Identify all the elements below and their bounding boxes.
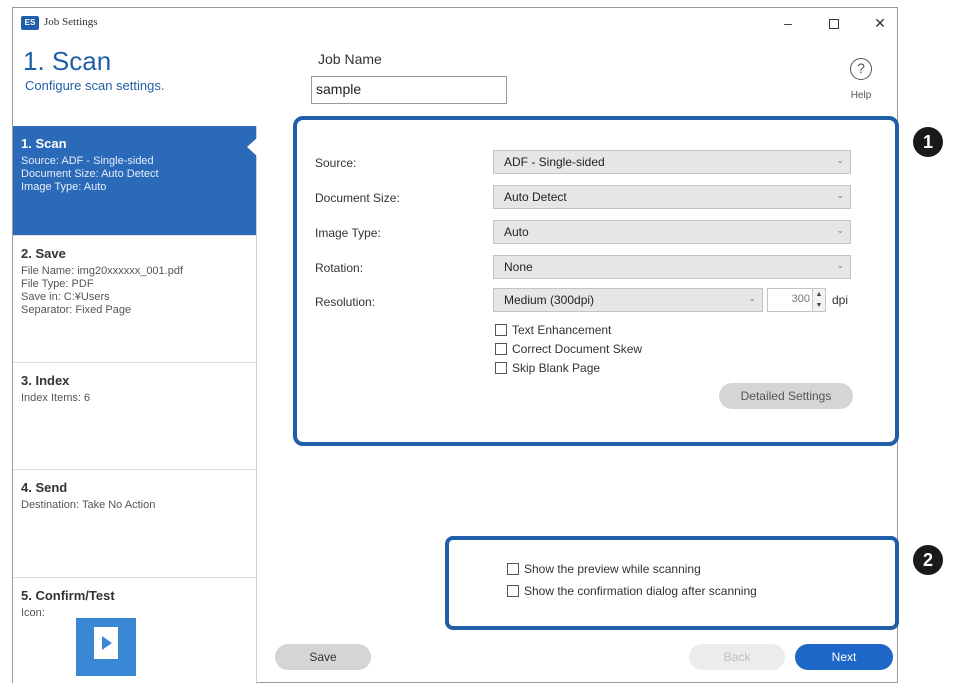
checkbox-box[interactable] xyxy=(495,324,507,336)
title-bar: ES Job Settings – ✕ xyxy=(13,8,897,38)
help-button[interactable]: ? Help xyxy=(841,58,881,101)
sidebar-item-index[interactable]: 3. Index Index Items: 6 xyxy=(13,363,256,470)
sidebar-item-detail: Document Size: Auto Detect xyxy=(21,168,159,180)
rotation-value: None xyxy=(504,260,533,274)
sidebar-item-title: 4. Send xyxy=(21,480,68,495)
scanner-app-icon: ES xyxy=(21,16,39,30)
checkbox-box[interactable] xyxy=(507,563,519,575)
window-title: Job Settings xyxy=(44,16,98,28)
sidebar-item-detail: Save in: C:¥Users xyxy=(21,291,110,303)
job-name-label: Job Name xyxy=(318,51,382,67)
text-enhancement-checkbox[interactable]: Text Enhancement xyxy=(495,323,611,337)
resolution-select[interactable]: Medium (300dpi) ⌄ xyxy=(493,288,763,312)
sidebar-item-detail: File Type: PDF xyxy=(21,278,94,290)
document-size-select[interactable]: Auto Detect ⌄ xyxy=(493,185,851,209)
close-button[interactable]: ✕ xyxy=(865,12,895,34)
scan-options-panel: Show the preview while scanning Show the… xyxy=(445,536,899,630)
save-button[interactable]: Save xyxy=(275,644,371,670)
active-indicator xyxy=(247,138,257,156)
back-button[interactable]: Back xyxy=(689,644,785,670)
checkbox-box[interactable] xyxy=(507,585,519,597)
sidebar-item-detail: Index Items: 6 xyxy=(21,392,91,404)
skip-blank-page-checkbox[interactable]: Skip Blank Page xyxy=(495,361,600,375)
rotation-label: Rotation: xyxy=(315,261,364,275)
callout-badge-2: 2 xyxy=(913,545,943,575)
sidebar-item-detail: File Name: img20xxxxxx_001.pdf xyxy=(21,265,184,277)
sidebar-item-scan[interactable]: 1. Scan Source: ADF - Single-sided Docum… xyxy=(13,126,257,236)
resolution-value: Medium (300dpi) xyxy=(504,293,595,307)
job-settings-window: ES Job Settings – ✕ 1. Scan Configure sc… xyxy=(12,7,899,684)
play-triangle xyxy=(102,636,112,650)
callout-badge-1: 1 xyxy=(913,127,943,157)
next-button[interactable]: Next xyxy=(795,644,893,670)
show-confirmation-checkbox[interactable]: Show the confirmation dialog after scann… xyxy=(507,584,757,598)
sidebar-item-confirm-test[interactable]: 5. Confirm/Test Icon: xyxy=(13,578,256,684)
correct-skew-checkbox[interactable]: Correct Document Skew xyxy=(495,342,642,356)
chevron-down-icon: ⌄ xyxy=(836,155,844,165)
sidebar-item-title: 3. Index xyxy=(21,373,70,388)
minimize-button[interactable]: – xyxy=(773,12,803,34)
sidebar-item-detail: Source: ADF - Single-sided xyxy=(21,155,154,167)
checkbox-box[interactable] xyxy=(495,362,507,374)
sidebar: 1. Scan Source: ADF - Single-sided Docum… xyxy=(13,126,257,684)
source-select[interactable]: ADF - Single-sided ⌄ xyxy=(493,150,851,174)
page-subtitle: Configure scan settings. xyxy=(25,78,165,93)
show-preview-checkbox[interactable]: Show the preview while scanning xyxy=(507,562,701,576)
source-label: Source: xyxy=(315,156,357,170)
checkbox-box[interactable] xyxy=(495,343,507,355)
document-size-label: Document Size: xyxy=(315,191,400,205)
checkbox-label: Text Enhancement xyxy=(512,323,612,337)
sidebar-item-title: 1. Scan xyxy=(21,136,67,151)
sidebar-item-detail: Separator: Fixed Page xyxy=(21,304,132,316)
sidebar-item-title: 2. Save xyxy=(21,246,66,261)
resolution-spinner[interactable]: ▲ ▼ xyxy=(812,288,826,312)
document-play-icon xyxy=(76,618,136,676)
scan-settings-panel: Source: ADF - Single-sided ⌄ Document Si… xyxy=(293,116,899,446)
sidebar-item-title: 5. Confirm/Test xyxy=(21,588,115,603)
chevron-down-icon: ⌄ xyxy=(836,260,844,270)
image-type-value: Auto xyxy=(504,225,529,239)
question-circle-icon: ? xyxy=(850,58,872,80)
dpi-label: dpi xyxy=(832,293,849,307)
chevron-down-icon: ⌄ xyxy=(836,190,844,200)
chevron-down-icon: ⌄ xyxy=(836,225,844,235)
checkbox-label: Correct Document Skew xyxy=(512,342,643,356)
checkbox-label: Skip Blank Page xyxy=(512,361,601,375)
document-size-value: Auto Detect xyxy=(504,190,567,204)
detailed-settings-button[interactable]: Detailed Settings xyxy=(719,383,853,409)
maximize-button[interactable] xyxy=(819,12,849,34)
resolution-label: Resolution: xyxy=(315,295,376,309)
help-label: Help xyxy=(850,90,872,101)
sidebar-item-detail: Image Type: Auto xyxy=(21,181,107,193)
sidebar-item-detail: Destination: Take No Action xyxy=(21,499,156,511)
sidebar-item-save[interactable]: 2. Save File Name: img20xxxxxx_001.pdf F… xyxy=(13,236,256,363)
resolution-number-input[interactable]: 300 xyxy=(767,288,815,312)
sidebar-item-send[interactable]: 4. Send Destination: Take No Action xyxy=(13,470,256,578)
job-name-input[interactable]: sample xyxy=(311,76,507,104)
image-type-select[interactable]: Auto ⌄ xyxy=(493,220,851,244)
image-type-label: Image Type: xyxy=(315,226,381,240)
checkbox-label: Show the preview while scanning xyxy=(524,562,701,576)
chevron-down-icon: ⌄ xyxy=(748,293,756,303)
rotation-select[interactable]: None ⌄ xyxy=(493,255,851,279)
maximize-icon xyxy=(829,19,839,30)
checkbox-label: Show the confirmation dialog after scann… xyxy=(524,584,757,598)
source-value: ADF - Single-sided xyxy=(504,155,605,169)
page-title: 1. Scan xyxy=(23,46,112,76)
